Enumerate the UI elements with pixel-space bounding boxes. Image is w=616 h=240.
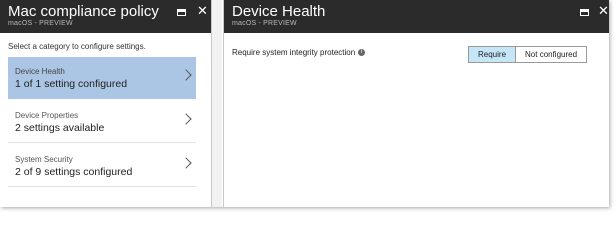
- minimize-icon[interactable]: [580, 9, 589, 16]
- device-health-blade: Device Health macOS - PREVIEW ✕ Require …: [223, 0, 609, 207]
- category-item-system-security[interactable]: System Security 2 of 9 settings configur…: [8, 145, 196, 187]
- blade-divider: [212, 0, 222, 207]
- portal-page: Mac compliance policy macOS - PREVIEW ✕ …: [0, 0, 609, 207]
- setting-label: Require system integrity protection: [232, 48, 356, 57]
- close-icon[interactable]: ✕: [197, 4, 208, 17]
- category-label: System Security: [15, 155, 73, 164]
- category-label: Device Health: [15, 67, 65, 76]
- info-icon[interactable]: i: [358, 49, 366, 57]
- blade-title: Device Health: [232, 3, 326, 20]
- not-configured-option[interactable]: Not configured: [516, 47, 587, 62]
- integrity-protection-toggle: Require Not configured: [468, 46, 588, 63]
- category-item-device-properties[interactable]: Device Properties 2 settings available: [8, 101, 196, 143]
- blade-title: Mac compliance policy: [8, 3, 159, 20]
- category-status: 2 settings available: [15, 122, 105, 134]
- chevron-right-icon: [180, 113, 192, 125]
- category-list: Device Health 1 of 1 setting configured …: [8, 57, 196, 189]
- category-item-device-health[interactable]: Device Health 1 of 1 setting configured: [8, 57, 196, 99]
- compliance-policy-blade: Mac compliance policy macOS - PREVIEW ✕ …: [0, 0, 212, 207]
- blade-subtitle: macOS - PREVIEW: [232, 20, 297, 27]
- blade-subtitle: macOS - PREVIEW: [8, 20, 73, 27]
- category-prompt: Select a category to configure settings.: [8, 42, 146, 51]
- category-label: Device Properties: [15, 111, 79, 120]
- chevron-right-icon: [180, 69, 192, 81]
- category-status: 1 of 1 setting configured: [15, 78, 128, 90]
- require-option[interactable]: Require: [469, 47, 517, 62]
- chevron-right-icon: [180, 157, 192, 169]
- category-status: 2 of 9 settings configured: [15, 166, 133, 178]
- close-icon[interactable]: ✕: [598, 4, 609, 17]
- setting-row: Require system integrity protection i: [232, 48, 366, 57]
- minimize-icon[interactable]: [177, 9, 186, 16]
- blade-header: Mac compliance policy macOS - PREVIEW ✕: [0, 0, 211, 33]
- blade-header: Device Health macOS - PREVIEW ✕: [224, 0, 609, 33]
